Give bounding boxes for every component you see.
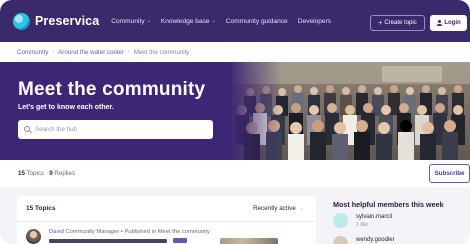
hero-gradient-overlay [222,62,282,160]
topic-badge [173,238,187,243]
nav-link-community[interactable]: Community ⌄ [111,18,151,25]
replies-label: Replies [54,170,76,177]
hero-banner: Meet the community Let's get to know eac… [0,62,470,160]
create-topic-button[interactable]: + Create topic [370,15,425,31]
topics-card: 15 Topics Recently active ⌄ David Commun… [17,196,316,244]
login-label: Login [444,20,461,26]
stats-bar: 15 Topics 9 Replies Subscribe [0,160,470,187]
sort-label: Recently active [253,205,296,212]
topics-label: Topics [26,170,45,177]
avatar [333,236,348,244]
avatar[interactable] [26,229,41,244]
page: Preservica Community ⌄ Knowledge base ⌄ … [0,0,470,244]
user-icon [436,20,442,26]
nav-link-knowledge-base[interactable]: Knowledge base ⌄ [161,18,216,25]
page-subtitle: Let's get to know each other. [18,104,114,111]
topic-title[interactable] [49,239,167,243]
breadcrumb-link-community[interactable]: Community [17,49,48,56]
search-input[interactable] [35,126,205,133]
chevron-right-icon: › [52,49,55,55]
replies-count: 9 [49,170,53,177]
create-topic-label: Create topic [384,20,417,26]
login-button[interactable]: Login [430,15,467,31]
nav-link-developers[interactable]: Developers [298,18,331,25]
search-icon [24,126,31,133]
brand-logo[interactable]: Preservica [13,12,100,30]
nav-links: Community ⌄ Knowledge base ⌄ Community g… [111,18,341,25]
top-nav: Preservica Community ⌄ Knowledge base ⌄ … [0,0,470,42]
plus-icon: + [378,19,383,27]
chevron-down-icon: ⌄ [146,18,151,24]
chevron-down-icon: ⌄ [299,205,304,212]
topics-header: 15 Topics [26,205,56,212]
divider [17,221,316,222]
helpful-members-title: Most helpful members this week [333,200,444,209]
member-name[interactable]: sylvain.marcil [356,214,392,220]
nav-link-label: Community [111,17,145,25]
brand-name: Preservica [35,14,100,28]
nav-link-label: Knowledge base [160,17,210,25]
nav-link-community-guidance[interactable]: Community guidance [226,18,288,25]
member-name[interactable]: wendy.goodier [356,237,395,243]
chevron-down-icon: ⌄ [211,18,216,24]
nav-link-label: Community guidance [225,17,288,25]
search-box[interactable] [18,120,213,139]
chevron-right-icon: › [127,49,130,55]
sort-dropdown[interactable]: Recently active ⌄ [253,205,304,212]
avatar [333,213,348,228]
topic-meta-text: Community Manager • Published in Meet th… [65,229,210,235]
preservica-logo-icon [13,12,30,30]
breadcrumb-link-water-cooler[interactable]: Around the water cooler [58,49,124,56]
topic-reply-counts: 15 Topics 9 Replies [18,170,75,177]
member-likes: 1 like [356,221,369,228]
topic-thumbnail[interactable] [220,238,278,244]
topics-count: 15 [18,170,25,177]
nav-link-label: Developers [297,17,332,25]
topic-meta: David Community Manager • Published in M… [49,229,210,235]
page-title: Meet the community [18,79,206,100]
breadcrumb: Community › Around the water cooler › Me… [0,42,470,62]
breadcrumb-current: Meet the community [133,48,190,56]
subscribe-button[interactable]: Subscribe [429,164,470,183]
member-item[interactable]: sylvain.marcil 1 like [333,213,470,229]
topic-author[interactable]: David [49,229,64,235]
member-item[interactable]: wendy.goodier [333,236,470,244]
